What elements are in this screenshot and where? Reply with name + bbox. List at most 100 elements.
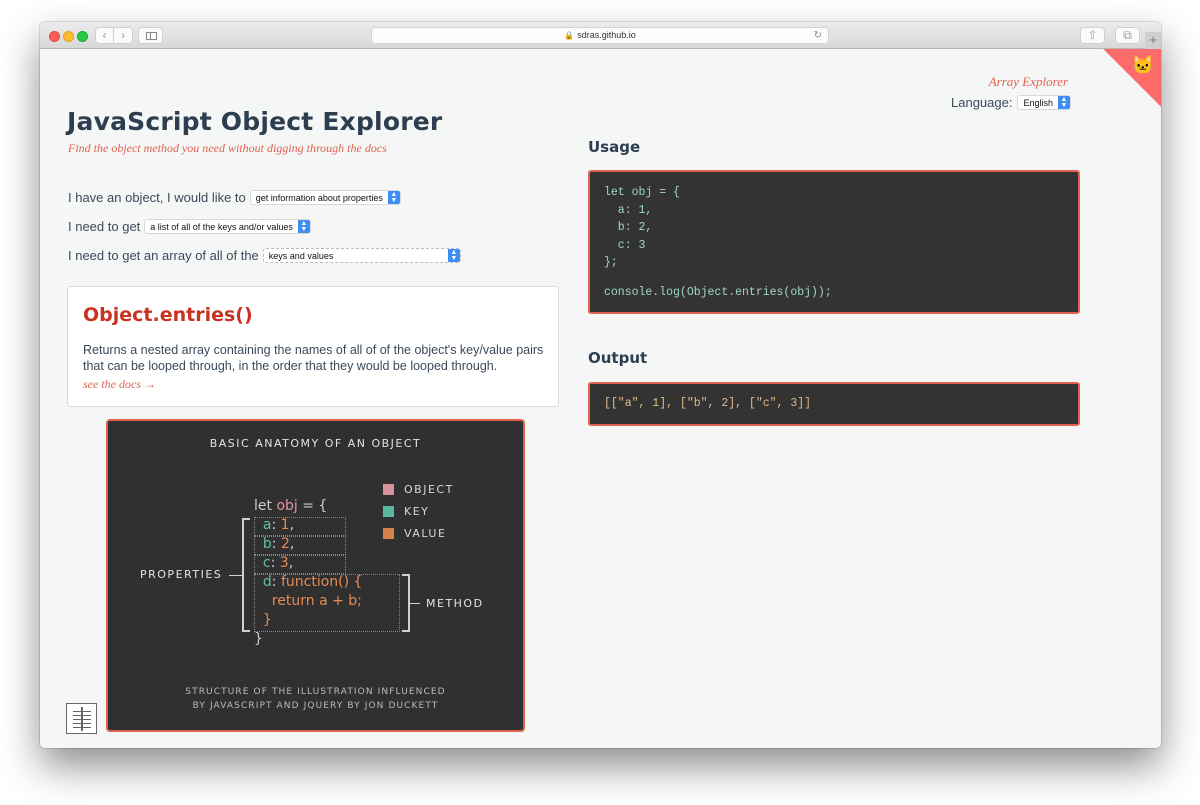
- select-arrows-icon: ▲ ▼: [1058, 96, 1070, 109]
- code-value: 3: [279, 555, 289, 571]
- output-heading: Output: [588, 349, 648, 367]
- reload-icon[interactable]: ↻: [814, 28, 822, 43]
- code-line: }: [254, 630, 362, 649]
- sidebar-button[interactable]: [138, 27, 163, 44]
- question-row-2: I need to get a list of all of the keys …: [68, 219, 311, 234]
- forward-button[interactable]: ›: [114, 27, 133, 44]
- code-text: }: [254, 631, 263, 647]
- close-window-button[interactable]: [49, 31, 60, 42]
- method-card: Object.entries() Returns a nested array …: [67, 286, 559, 407]
- browser-window: ‹ › 🔒 sdras.github.io ↻ ⇧ ⧉ + 🐱 Array Exp…: [40, 22, 1161, 748]
- usage-code-line: };: [604, 256, 618, 269]
- back-icon: ‹: [102, 28, 107, 42]
- question-label: I have an object, I would like to: [68, 190, 246, 205]
- object-anatomy-illustration: BASIC ANATOMY OF AN OBJECT OBJECT KEY VA…: [106, 419, 525, 732]
- code-value: }: [262, 612, 272, 628]
- usage-code-line: c: 3: [604, 238, 646, 252]
- sidebar-icon: [146, 32, 157, 40]
- select-arrows-icon: ▲ ▼: [447, 249, 460, 262]
- code-key: b: [262, 536, 272, 552]
- code-value: function() {: [280, 574, 363, 590]
- legend-item-object: OBJECT: [383, 478, 454, 500]
- code-key: a: [262, 517, 272, 533]
- anatomy-title: BASIC ANATOMY OF AN OBJECT: [209, 437, 422, 450]
- legend-label: KEY: [404, 504, 430, 518]
- credit-line: STRUCTURE OF THE ILLUSTRATION INFLUENCED: [185, 687, 446, 697]
- anatomy-credit: STRUCTURE OF THE ILLUSTRATION INFLUENCED…: [108, 685, 523, 713]
- github-octocat-icon: 🐱: [1131, 55, 1154, 75]
- code-line: b: 2,: [262, 536, 295, 552]
- language-selector-row: Language: English ▲ ▼: [951, 95, 1071, 110]
- question-label: I need to get: [68, 219, 141, 234]
- credit-line: BY JAVASCRIPT AND JQUERY BY JON DUCKETT: [192, 701, 439, 711]
- legend-label: VALUE: [404, 526, 447, 540]
- lock-icon: 🔒: [564, 31, 575, 40]
- usage-heading: Usage: [588, 138, 641, 156]
- minimize-window-button[interactable]: [63, 31, 74, 42]
- action-select-value: get information about properties: [255, 192, 383, 203]
- legend-swatch: [383, 527, 394, 539]
- method-bracket: [402, 574, 410, 632]
- code-line: let obj = {: [254, 497, 362, 516]
- usage-code-line: console.log(Object.entries(obj));: [604, 285, 832, 299]
- select-arrows-icon: ▲ ▼: [297, 220, 310, 233]
- page-content: 🐱 Array Explorer Language: English ▲ ▼ Ja…: [40, 49, 1161, 748]
- legend-swatch: [383, 505, 394, 517]
- language-select-value: English: [1023, 97, 1053, 108]
- anatomy-code: let obj = { a: 1, b: 2, c: 3, d: functio…: [254, 497, 362, 649]
- question-row-1: I have an object, I would like to get in…: [68, 190, 401, 205]
- share-button[interactable]: ⇧: [1080, 27, 1105, 44]
- browser-toolbar: ‹ › 🔒 sdras.github.io ↻ ⇧ ⧉ +: [40, 22, 1161, 49]
- code-key: d: [262, 574, 272, 590]
- select-arrows-icon: ▲ ▼: [387, 191, 400, 204]
- forward-icon: ›: [121, 28, 125, 42]
- method-label: METHOD: [426, 597, 484, 610]
- output-code-block: [["a", 1], ["b", 2], ["c", 3]]: [588, 382, 1080, 426]
- zoom-window-button[interactable]: [77, 31, 88, 42]
- page-subtitle: Find the object method you need without …: [68, 141, 387, 155]
- see-docs-link[interactable]: see the docs →: [83, 377, 156, 392]
- method-description: Returns a nested array containing the na…: [83, 343, 544, 373]
- new-tab-icon: +: [1149, 32, 1157, 47]
- new-tab-button[interactable]: +: [1145, 32, 1161, 49]
- code-line: a: 1,: [262, 517, 295, 533]
- properties-label: PROPERTIES: [140, 568, 223, 581]
- code-line: c: 3,: [262, 555, 294, 571]
- array-type-select-value: keys and values: [268, 250, 334, 261]
- code-value: 1: [280, 517, 290, 533]
- skeleton-icon[interactable]: [66, 703, 97, 734]
- method-name: Object.entries(): [83, 304, 253, 326]
- legend-label: OBJECT: [404, 482, 454, 496]
- legend-item-value: VALUE: [383, 522, 454, 544]
- usage-code-line: a: 1,: [604, 203, 653, 217]
- properties-connector: [229, 575, 242, 576]
- share-icon: ⇧: [1087, 28, 1098, 42]
- usage-code-line: b: 2,: [604, 221, 653, 234]
- array-type-select[interactable]: keys and values ▲ ▼: [262, 248, 461, 263]
- code-value: return a + b;: [271, 593, 362, 609]
- language-select[interactable]: English ▲ ▼: [1017, 95, 1071, 110]
- show-tabs-button[interactable]: ⧉: [1115, 27, 1140, 44]
- code-object-name: obj: [276, 498, 298, 514]
- usage-code-block: let obj = { a: 1, b: 2, c: 3 }; console.…: [588, 170, 1080, 314]
- array-explorer-link[interactable]: Array Explorer: [989, 74, 1068, 90]
- legend-item-key: KEY: [383, 500, 454, 522]
- code-line: return a + b;: [254, 592, 362, 611]
- language-label: Language:: [951, 95, 1013, 110]
- anatomy-legend: OBJECT KEY VALUE: [383, 478, 454, 544]
- github-corner[interactable]: 🐱: [1103, 49, 1161, 107]
- page-title: JavaScript Object Explorer: [67, 107, 443, 136]
- back-button[interactable]: ‹: [95, 27, 114, 44]
- target-select[interactable]: a list of all of the keys and/or values …: [144, 219, 311, 234]
- target-select-value: a list of all of the keys and/or values: [150, 221, 293, 232]
- code-line: d: function() {: [262, 574, 363, 590]
- properties-bracket: [242, 518, 250, 632]
- tabs-icon: ⧉: [1123, 28, 1132, 42]
- method-connector: [410, 603, 420, 604]
- usage-code-line: let obj = {: [604, 186, 680, 199]
- question-row-3: I need to get an array of all of the key…: [68, 248, 461, 263]
- address-bar[interactable]: 🔒 sdras.github.io ↻: [371, 27, 829, 44]
- legend-swatch: [383, 483, 394, 495]
- code-keyword: let: [254, 498, 277, 514]
- action-select[interactable]: get information about properties ▲ ▼: [249, 190, 401, 205]
